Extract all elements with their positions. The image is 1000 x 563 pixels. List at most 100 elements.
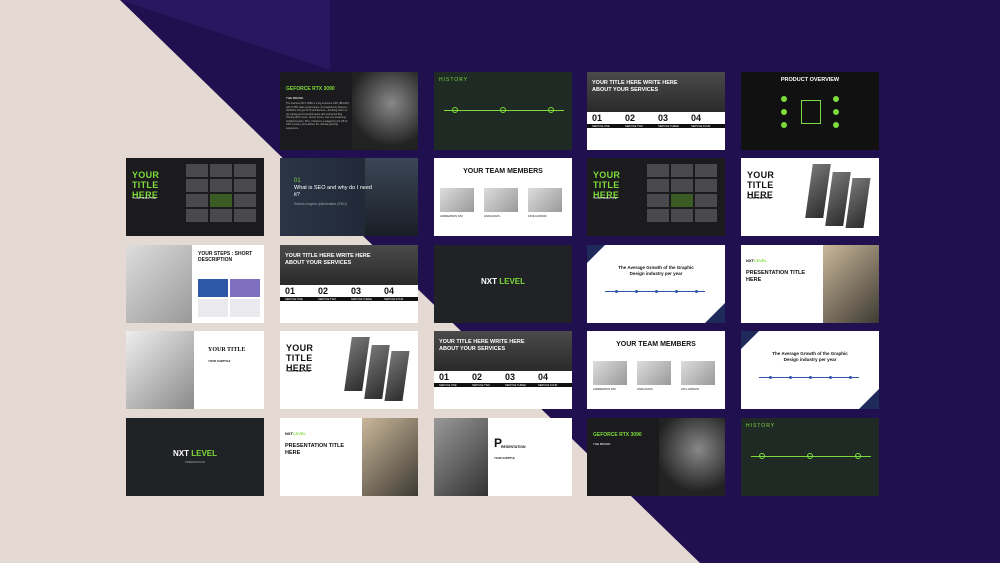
growth-point <box>849 376 852 379</box>
slide-geforce-rtx-2[interactable]: GEFORCE RTX 3090 THE BRAND <box>587 418 725 496</box>
slide-product-overview[interactable]: PRODUCT OVERVIEW <box>741 72 879 150</box>
member-name: LINDA DAVIS <box>484 215 500 218</box>
service-label: SERVICE ONE <box>592 125 610 128</box>
step-box <box>230 299 260 317</box>
member-photo <box>593 361 627 385</box>
slide-title-photo-2[interactable]: YOUR TITLE HERE YOUR SUBTITLE <box>280 331 418 409</box>
slide-title-grid[interactable]: YOUR TITLE HERE YOUR SUBTITLE <box>126 158 264 236</box>
growth-point <box>635 290 638 293</box>
grid-tile <box>671 179 693 192</box>
slide-title-grid-2[interactable]: YOUR TITLE HERE YOUR SUBTITLE <box>587 158 725 236</box>
logo-part-a: NXT <box>172 449 189 458</box>
logo-subtitle: PRESENTATION <box>185 461 205 464</box>
grid-tile <box>234 194 256 207</box>
gpu-image <box>659 418 725 496</box>
slide-title: YOUR TITLE HERE WRITE HERE ABOUT YOUR SE… <box>592 80 678 93</box>
service-label: SERVICE THREE <box>505 384 526 387</box>
growth-point <box>695 290 698 293</box>
slide-title-photo[interactable]: YOUR TITLE HERE YOUR SUBTITLE <box>741 158 879 236</box>
desk-image <box>362 418 418 496</box>
slide-services-2[interactable]: YOUR TITLE HERE WRITE HERE ABOUT YOUR SE… <box>280 245 418 323</box>
slide-geforce-rtx[interactable]: GEFORCE RTX 3090 THE BRAND The GeForce R… <box>280 72 418 150</box>
service-label: SERVICE ONE <box>439 384 457 387</box>
service-number: 03 <box>505 372 516 382</box>
grid-tile <box>210 164 232 177</box>
service-number: 01 <box>592 113 603 123</box>
service-number: 02 <box>472 372 483 382</box>
slide-subtitle: YOUR SUBTITLE <box>593 196 617 200</box>
service-number: 01 <box>285 286 296 296</box>
grid-tile <box>695 179 717 192</box>
service-label: SERVICE TWO <box>318 298 337 301</box>
slide-body: Search engine optimization (SEO) <box>294 202 347 206</box>
service-label: SERVICE TWO <box>472 384 491 387</box>
service-number: 02 <box>625 113 636 123</box>
growth-point <box>675 290 678 293</box>
member-name: ANDREWSON KIM <box>440 215 463 218</box>
person-image <box>434 418 488 496</box>
member-photo <box>637 361 671 385</box>
slide-title: PRODUCT OVERVIEW <box>780 77 840 83</box>
feature-icon <box>833 109 839 115</box>
member-photo <box>528 188 562 212</box>
grid-tile <box>186 194 208 207</box>
growth-point <box>829 376 832 379</box>
slide-logo[interactable]: NXT LEVEL <box>434 245 572 323</box>
step-box <box>198 299 228 317</box>
slide-team[interactable]: YOUR TEAM MEMBERS ANDREWSON KIM LINDA DA… <box>434 158 572 236</box>
slide-history-2[interactable]: HISTORY <box>741 418 879 496</box>
photo-panel <box>845 178 871 228</box>
slide-title: PRESENTATION TITLE HERE <box>746 270 806 283</box>
slide-subtitle: YOUR SUBTITLE <box>132 196 156 200</box>
grid-tile <box>695 209 717 222</box>
growth-point <box>769 376 772 379</box>
timeline-point <box>452 107 458 113</box>
logo-part-a: NXT <box>285 431 293 436</box>
grid-tile <box>647 179 669 192</box>
grid-tile <box>695 194 717 207</box>
slide-services-3[interactable]: YOUR TITLE HERE WRITE HERE ABOUT YOUR SE… <box>434 331 572 409</box>
grid-tile <box>695 164 717 177</box>
slide-title: HISTORY <box>746 423 776 429</box>
slide-presentation-title[interactable]: NXTLEVEL PRESENTATION TITLE HERE <box>741 245 879 323</box>
slide-team-2[interactable]: YOUR TEAM MEMBERS ANDREWSON KIM LINDA DA… <box>587 331 725 409</box>
service-number: 01 <box>439 372 450 382</box>
slide-growth-chart-2[interactable]: The Average Growth of the Graphic Design… <box>741 331 879 409</box>
timeline-point <box>855 453 861 459</box>
feature-icon <box>781 122 787 128</box>
grid-tile <box>671 164 693 177</box>
grid-tile <box>186 209 208 222</box>
feature-icon <box>833 122 839 128</box>
person-image <box>126 331 194 409</box>
member-name: KAT LARSSON <box>681 388 699 391</box>
slide-services[interactable]: YOUR TITLE HERE WRITE HERE ABOUT YOUR SE… <box>587 72 725 150</box>
slide-title: YOUR TITLE HERE WRITE HERE ABOUT YOUR SE… <box>285 253 371 266</box>
slide-body: The GeForce RTX 3090 is a big ferocious … <box>286 102 350 130</box>
grid-tile <box>186 164 208 177</box>
slide-growth-chart[interactable]: The Average Growth of the Graphic Design… <box>587 245 725 323</box>
slide-seo[interactable]: 01 What is SEO and why do I need it? Sea… <box>280 158 418 236</box>
grid-tile <box>647 164 669 177</box>
slide-history[interactable]: HISTORY <box>434 72 572 150</box>
product-icon <box>801 100 821 124</box>
timeline-point <box>807 453 813 459</box>
service-number: 04 <box>538 372 549 382</box>
slide-steps[interactable]: YOUR STEPS : SHORT DESCRIPTION <box>126 245 264 323</box>
corner-decoration <box>587 245 605 263</box>
slide-subtitle: YOUR SUBTITLE <box>494 457 515 460</box>
gpu-image <box>352 72 418 150</box>
grid-tile <box>234 209 256 222</box>
corner-decoration <box>741 331 759 349</box>
logo-part-a: NXT <box>480 277 497 286</box>
service-label: SERVICE FOUR <box>384 298 404 301</box>
grid-tile <box>234 179 256 192</box>
slide-presentation-title-2[interactable]: NXTLEVEL PRESENTATION TITLE HERE <box>280 418 418 496</box>
slide-logo-2[interactable]: NXT LEVEL PRESENTATION <box>126 418 264 496</box>
slide-title: RESENTATION <box>501 445 526 449</box>
slide-presentation[interactable]: P RESENTATION YOUR SUBTITLE <box>434 418 572 496</box>
corner-decoration <box>705 303 725 323</box>
member-photo <box>484 188 518 212</box>
grid-tile <box>671 194 693 207</box>
growth-point <box>789 376 792 379</box>
slide-your-title-photo[interactable]: YOUR TITLE YOUR SUBTITLE <box>126 331 264 409</box>
